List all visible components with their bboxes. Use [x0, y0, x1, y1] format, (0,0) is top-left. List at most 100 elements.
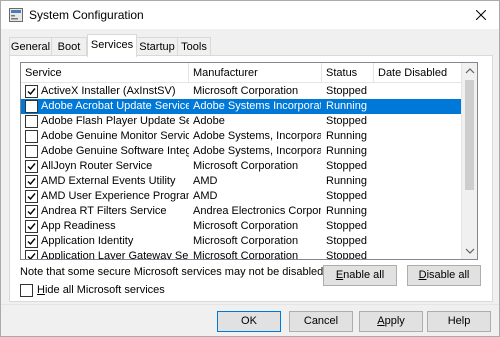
- tab-tools[interactable]: Tools: [177, 37, 211, 56]
- table-row[interactable]: ActiveX Installer (AxInstSV) Microsoft Co…: [21, 84, 462, 99]
- button-label: OK: [241, 315, 257, 327]
- tab-label: Startup: [139, 41, 175, 53]
- enable-all-button[interactable]: Enable all: [323, 265, 397, 286]
- checkbox[interactable]: [20, 284, 33, 297]
- close-icon: [476, 10, 486, 20]
- scroll-up-arrow[interactable]: [462, 63, 477, 79]
- column-header-status[interactable]: Status: [322, 63, 374, 83]
- checkmark-icon: [27, 178, 36, 186]
- scroll-down-arrow[interactable]: [462, 243, 477, 259]
- cell-manufacturer: Microsoft Corporation: [193, 220, 299, 232]
- title-bar: System Configuration: [1, 1, 499, 29]
- checkmark-icon: [27, 88, 36, 96]
- tab-services[interactable]: Services: [87, 34, 137, 57]
- list-header: Service Manufacturer Status Date Disable…: [21, 63, 462, 83]
- cell-service: AMD External Events Utility: [41, 175, 176, 187]
- tab-boot[interactable]: Boot: [51, 37, 87, 56]
- service-checkbox[interactable]: [25, 220, 38, 233]
- service-checkbox[interactable]: [25, 250, 38, 259]
- checkmark-icon: [27, 253, 36, 259]
- accelerator-key: A: [377, 315, 385, 327]
- cancel-button[interactable]: Cancel: [289, 311, 353, 332]
- cell-status: Stopped: [326, 160, 367, 172]
- checkmark-icon: [27, 223, 36, 231]
- tab-startup[interactable]: Startup: [136, 37, 178, 56]
- cell-service: AllJoyn Router Service: [41, 160, 153, 172]
- service-checkbox[interactable]: [25, 100, 38, 113]
- table-row[interactable]: Adobe Acrobat Update Service Adobe System…: [21, 99, 462, 114]
- table-row[interactable]: AllJoyn Router Service Microsoft Corporat…: [21, 159, 462, 174]
- table-row[interactable]: AMD User Experience Program L... AMD Stopp…: [21, 189, 462, 204]
- tab-label: Tools: [181, 41, 207, 53]
- tab-general[interactable]: General: [9, 37, 52, 56]
- cell-status: Stopped: [326, 85, 367, 97]
- vertical-scrollbar[interactable]: [461, 63, 477, 259]
- cell-status: Running: [326, 100, 367, 112]
- table-row[interactable]: Adobe Genuine Software Integri... Adobe S…: [21, 144, 462, 159]
- service-checkbox[interactable]: [25, 175, 38, 188]
- scrollbar-thumb[interactable]: [465, 80, 474, 190]
- services-list[interactable]: Service Manufacturer Status Date Disable…: [20, 62, 478, 260]
- service-checkbox[interactable]: [25, 115, 38, 128]
- table-row[interactable]: App Readiness Microsoft Corporation Stoppe…: [21, 219, 462, 234]
- cell-status: Running: [326, 145, 367, 157]
- button-label: isable all: [426, 269, 470, 281]
- checkmark-icon: [27, 193, 36, 201]
- close-button[interactable]: [463, 1, 499, 29]
- service-checkbox[interactable]: [25, 160, 38, 173]
- checkmark-icon: [27, 163, 36, 171]
- service-checkbox[interactable]: [25, 205, 38, 218]
- cell-service: App Readiness: [41, 220, 116, 232]
- cell-status: Stopped: [326, 250, 367, 260]
- table-row[interactable]: Application Identity Microsoft Corporatio…: [21, 234, 462, 249]
- checkmark-icon: [27, 208, 36, 216]
- cell-service: Andrea RT Filters Service: [41, 205, 167, 217]
- chevron-down-icon: [465, 248, 475, 254]
- service-checkbox[interactable]: [25, 190, 38, 203]
- column-label: Manufacturer: [193, 67, 258, 79]
- cell-manufacturer: AMD: [193, 175, 218, 187]
- cell-status: Running: [326, 130, 367, 142]
- help-button[interactable]: Help: [427, 311, 491, 332]
- table-row[interactable]: Adobe Genuine Monitor Service Adobe Syste…: [21, 129, 462, 144]
- apply-button[interactable]: Apply: [359, 311, 423, 332]
- system-config-icon: [9, 8, 23, 22]
- table-row[interactable]: Andrea RT Filters Service Andrea Electron…: [21, 204, 462, 219]
- column-label: Date Disabled: [378, 67, 448, 79]
- column-header-date-disabled[interactable]: Date Disabled: [374, 63, 462, 83]
- service-checkbox[interactable]: [25, 145, 38, 158]
- button-label: pply: [384, 315, 405, 327]
- button-label: Help: [447, 315, 471, 327]
- checkbox-label: Hide all Microsoft services: [37, 284, 165, 296]
- table-row[interactable]: Adobe Flash Player Update Service Adobe St…: [21, 114, 462, 129]
- cell-service: Adobe Genuine Monitor Service: [41, 130, 189, 142]
- cell-service: ActiveX Installer (AxInstSV): [41, 85, 176, 97]
- cell-manufacturer: Adobe Systems, Incorpora...: [193, 145, 321, 157]
- column-label: Service: [25, 67, 62, 79]
- cell-manufacturer: Microsoft Corporation: [193, 250, 299, 260]
- table-row[interactable]: AMD External Events Utility AMD Running: [21, 174, 462, 189]
- tab-label: Boot: [57, 41, 81, 53]
- service-checkbox[interactable]: [25, 85, 38, 98]
- cell-manufacturer: Adobe Systems, Incorpora...: [193, 130, 321, 142]
- ok-button[interactable]: OK: [217, 311, 281, 332]
- button-label: Cancel: [303, 315, 339, 327]
- footer-divider: [1, 304, 499, 305]
- cell-status: Stopped: [326, 235, 367, 247]
- checkmark-icon: [27, 238, 36, 246]
- column-label: Status: [326, 67, 358, 79]
- table-row[interactable]: Application Layer Gateway Service Microso…: [21, 249, 462, 260]
- cell-status: Stopped: [326, 115, 367, 127]
- column-header-manufacturer[interactable]: Manufacturer: [189, 63, 322, 83]
- button-label: nable all: [343, 269, 385, 281]
- column-header-service[interactable]: Service: [21, 63, 189, 83]
- cell-manufacturer: Adobe Systems Incorporated: [193, 100, 321, 112]
- cell-service: Adobe Flash Player Update Service: [41, 115, 189, 127]
- cell-manufacturer: Adobe: [193, 115, 225, 127]
- disable-all-button[interactable]: Disable all: [407, 265, 481, 286]
- service-checkbox[interactable]: [25, 130, 38, 143]
- cell-status: Stopped: [326, 190, 367, 202]
- service-checkbox[interactable]: [25, 235, 38, 248]
- system-configuration-window: System Configuration General Boot Servic…: [0, 0, 500, 337]
- tab-label: General: [10, 41, 51, 53]
